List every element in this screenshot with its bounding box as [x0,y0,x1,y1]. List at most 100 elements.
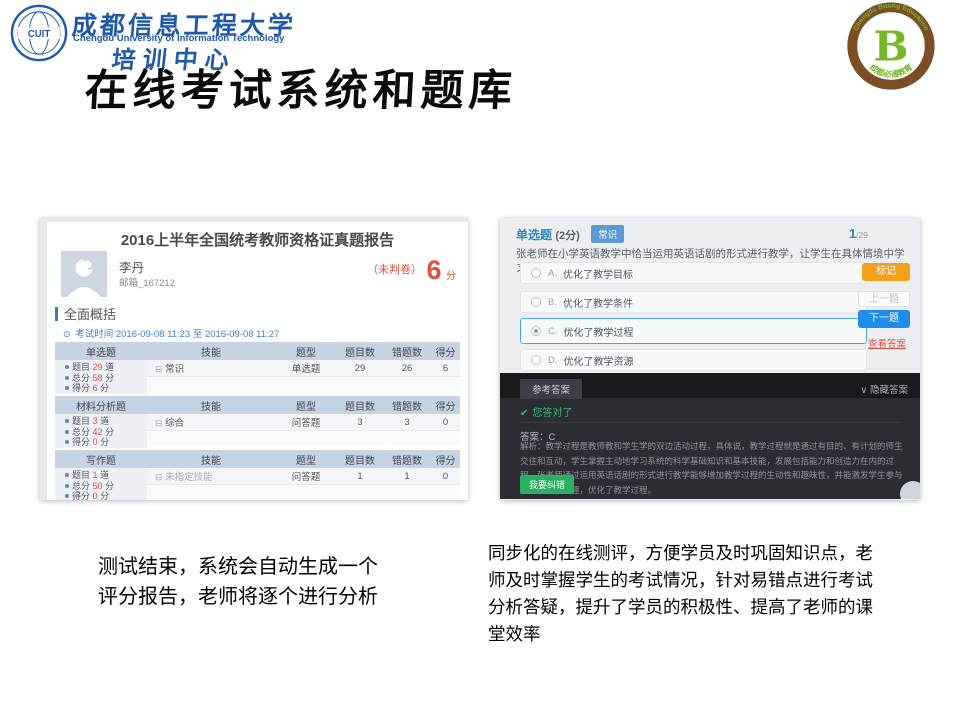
page-title: 在线考试系统和题库 [83,56,518,118]
cell-wrong: 1 [383,471,431,482]
collapse-icon[interactable]: ⊟ [155,472,162,482]
cell-type: 单选题 [275,361,337,375]
question-counter: 1/29 [849,225,868,243]
table-body: 题目 1 道 总分 50 分 得分 0 分 ⊟未指定技能 问答题 1 1 0 [55,468,460,500]
exam-screenshot: 单选题 (2分) 常识 1/29 张老师在小学英语教学中恰当运用英语话剧的形式进… [500,218,920,500]
previous-question-button[interactable]: 上一题 [858,291,910,307]
hide-answer-toggle[interactable]: ∨ 隐藏答案 [860,382,908,396]
option-a[interactable]: A. 优化了教学目标 [520,262,867,284]
stat-value: 3 [93,416,98,426]
view-answer-link[interactable]: 查看答案 [868,336,906,350]
table-row: ⊟未指定技能 问答题 1 1 0 [147,468,460,485]
option-d[interactable]: D. 优化了教学资源 [520,349,867,371]
bullet-icon [65,484,69,488]
stat-unit: 分 [100,383,109,393]
stat-unit: 分 [100,491,109,500]
stat-unit: 分 [105,481,114,491]
option-text: 优化了教学目标 [563,266,633,281]
stat-label: 题目 [72,470,90,480]
stat-unit: 道 [100,416,109,426]
bitong-logo-icon: Chengdu Bitong Education 成都必通教育 B [846,1,936,91]
option-b[interactable]: B. 优化了教学条件 [520,291,867,313]
correct-label: 您答对了 [532,408,572,419]
option-c[interactable]: C. 优化了教学过程 [520,318,867,344]
col-score: 得分 [431,398,460,413]
mark-button[interactable]: 标记 [862,263,910,281]
table-header: 单选题 技能 题型 题目数 错题数 得分 [55,342,460,360]
time-to: 至 [193,329,203,340]
section-stats: 题目 3 道 总分 42 分 得分 0 分 [55,414,147,448]
col-score: 得分 [431,452,460,467]
col-count: 题目数 [337,344,383,359]
cuit-logo-icon: CUIT [10,4,68,62]
col-wrong: 错题数 [383,398,431,413]
report-screenshot: 2016上半年全国统考教师资格证真题报告 李丹 邮箱_167212 （未判卷） … [40,218,468,500]
bullet-icon [65,494,69,498]
option-letter: C. [548,326,558,337]
option-text: 优化了教学过程 [564,324,634,339]
col-wrong: 错题数 [383,452,431,467]
bullet-icon [65,376,69,380]
bullet-icon [65,430,69,434]
bullet-icon [65,473,69,477]
cell-score: 0 [431,471,460,482]
score-unit: 分 [446,271,456,282]
collapse-icon[interactable]: ⊟ [155,418,162,428]
exam-time-row: ⊙ 考试时间 2016-09-08 11:23 至 2016-09-08 11:… [63,326,279,340]
col-type: 题型 [275,398,337,413]
section-stats: 题目 29 道 总分 58 分 得分 6 分 [55,360,147,394]
stat-label: 得分 [72,383,90,393]
report-section-writing: 写作题 技能 题型 题目数 错题数 得分 题目 1 道 总分 50 分 得分 0… [55,450,460,500]
time-start: 2016-09-08 11:23 [116,329,190,340]
stat-label: 题目 [72,362,90,372]
report-section-material-analysis: 材料分析题 技能 题型 题目数 错题数 得分 题目 3 道 总分 42 分 得分… [55,396,460,446]
stat-value: 0 [93,437,98,447]
collapse-icon[interactable]: ⊟ [155,364,162,374]
option-text: 优化了教学资源 [564,353,634,368]
cell-count: 3 [337,417,383,428]
cell-type: 问答题 [275,415,337,429]
table-row: ⊟综合 问答题 3 3 0 [147,414,460,431]
stat-label: 得分 [72,491,90,500]
tab-reference-answer[interactable]: 参考答案 [520,379,582,399]
col-type: 题型 [275,452,337,467]
cell-count: 1 [337,471,383,482]
stat-value: 29 [93,362,103,372]
stat-label: 总分 [72,481,90,491]
stat-value: 50 [93,481,103,491]
stat-value: 58 [93,373,103,383]
radio-selected-icon [531,326,541,336]
cell-type: 问答题 [275,469,337,483]
col-count: 题目数 [337,398,383,413]
person-icon [61,251,107,297]
floating-button[interactable] [900,481,920,499]
table-row: ⊟常识 单选题 29 26 6 [147,360,460,377]
report-title: 2016上半年全国统考教师资格证真题报告 [47,229,468,250]
score-display: （未判卷） 6 分 [367,255,456,286]
blue-bar-icon [55,307,58,321]
stat-unit: 道 [105,362,114,372]
next-question-button[interactable]: 下一题 [858,310,910,328]
stat-label: 总分 [72,373,90,383]
report-error-button[interactable]: 我要纠错 [520,475,574,494]
option-letter: A. [548,268,557,279]
radio-icon [531,297,541,307]
table-header: 材料分析题 技能 题型 题目数 错题数 得分 [55,396,460,414]
table-body: 题目 29 道 总分 58 分 得分 6 分 ⊟常识 单选题 29 26 6 [55,360,460,392]
cell-wrong: 26 [383,363,431,374]
hide-answer-label: 隐藏答案 [870,385,908,396]
correct-message: ✔您答对了 [520,404,572,419]
table-body: 题目 3 道 总分 42 分 得分 0 分 ⊟综合 问答题 3 3 0 [55,414,460,446]
stat-label: 题目 [72,416,90,426]
time-end: 2016-09-08 11:27 [205,329,279,340]
bullet-icon [65,440,69,444]
answer-panel: 参考答案 ∨ 隐藏答案 ✔您答对了 答案：C 解析：教学过程是教师教和学生学的双… [500,373,920,499]
avatar [61,251,107,297]
col-count: 题目数 [337,452,383,467]
report-section-single-choice: 单选题 技能 题型 题目数 错题数 得分 题目 29 道 总分 58 分 得分 … [55,342,460,392]
overview-label: 全面概括 [64,304,116,323]
section-name: 材料分析题 [55,398,147,413]
clock-icon: ⊙ [63,329,71,339]
bullet-icon [65,365,69,369]
report-card: 2016上半年全国统考教师资格证真题报告 李丹 邮箱_167212 （未判卷） … [47,222,468,500]
